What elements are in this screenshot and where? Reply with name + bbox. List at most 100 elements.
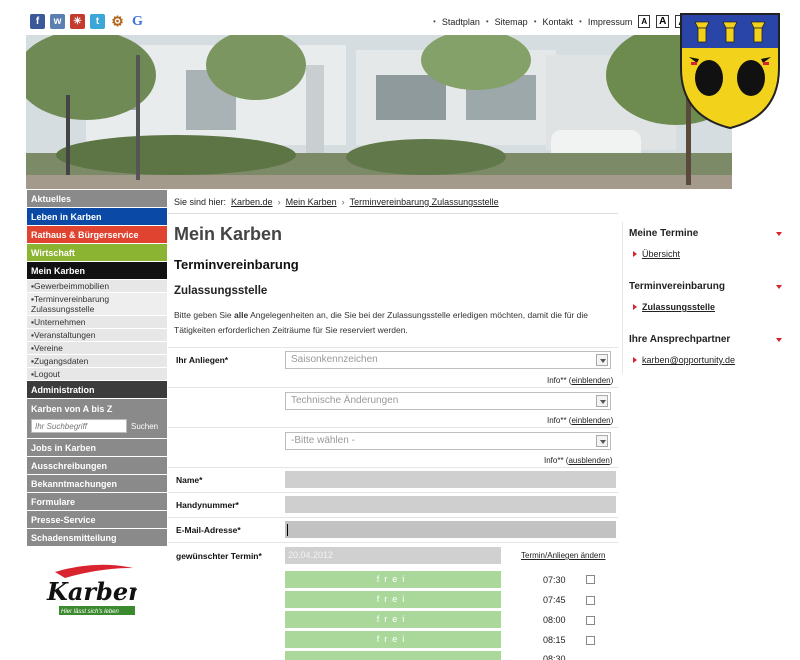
slot-checkbox[interactable] bbox=[586, 636, 595, 645]
gear-icon[interactable]: ⚙ bbox=[110, 13, 125, 29]
sidebar-subitem-zugangsdaten[interactable]: ▪Zugangsdaten bbox=[27, 355, 167, 368]
uebersicht-link[interactable]: Übersicht bbox=[642, 249, 680, 259]
sidebar-item-schaden[interactable]: Schadensmitteilung bbox=[27, 529, 167, 547]
time-slot[interactable] bbox=[285, 651, 501, 660]
az-search-input[interactable] bbox=[31, 419, 127, 433]
sidebar-item-leben[interactable]: Leben in Karben bbox=[27, 208, 167, 226]
impressum-link[interactable]: Impressum bbox=[588, 17, 633, 27]
delicious-icon[interactable]: ✳ bbox=[70, 14, 85, 29]
handynummer-field[interactable] bbox=[285, 496, 616, 513]
chevron-down-icon bbox=[596, 354, 608, 366]
info-toggle-2: Info** (einblenden) bbox=[547, 416, 614, 425]
text-caret bbox=[287, 524, 288, 536]
page-title: Mein Karben bbox=[174, 224, 283, 244]
bullet-icon: • bbox=[485, 17, 489, 26]
chevron-down-icon bbox=[596, 395, 608, 407]
karben-logo[interactable]: Karben Hier lässt sich's leben bbox=[45, 562, 146, 618]
mister-wong-icon[interactable]: w bbox=[50, 14, 65, 29]
font-size-small-button[interactable]: A bbox=[638, 15, 651, 28]
font-size-medium-button[interactable]: A bbox=[656, 15, 670, 28]
slot-time: 08:30 bbox=[543, 655, 566, 660]
termin-label: gewünschter Termin* bbox=[176, 551, 262, 561]
chevron-down-icon bbox=[596, 435, 608, 447]
terminvereinbarung-heading: Terminvereinbarung bbox=[629, 281, 725, 292]
sidebar-subitem-terminvereinbarung[interactable]: ▪Terminvereinbarung Zulassungsstelle bbox=[27, 293, 167, 316]
sidebar-item-jobs[interactable]: Jobs in Karben bbox=[27, 439, 167, 457]
az-search-button[interactable]: Suchen bbox=[131, 422, 158, 431]
kontakt-link[interactable]: Kontakt bbox=[543, 17, 574, 27]
name-field[interactable] bbox=[285, 471, 616, 488]
collapse-triangle-icon[interactable] bbox=[776, 338, 782, 342]
breadcrumb-item-mein-karben[interactable]: Mein Karben bbox=[286, 197, 337, 207]
meine-termine-heading: Meine Termine bbox=[629, 228, 699, 239]
arrow-right-icon bbox=[633, 357, 637, 363]
slot-checkbox[interactable] bbox=[586, 575, 595, 584]
email-label: E-Mail-Adresse* bbox=[176, 525, 241, 535]
breadcrumb-item-current[interactable]: Terminvereinbarung Zulassungsstelle bbox=[350, 197, 499, 207]
sidebar-subitem-label: Logout bbox=[34, 369, 61, 379]
handynummer-label: Handynummer* bbox=[176, 500, 239, 510]
name-label: Name* bbox=[176, 475, 203, 485]
sidebar-subitem-gewerbeimmobilien[interactable]: ▪Gewerbeimmobilien bbox=[27, 280, 167, 293]
time-slot[interactable]: frei bbox=[285, 591, 501, 608]
sitemap-link[interactable]: Sitemap bbox=[495, 17, 528, 27]
date-field[interactable]: 20.04.2012 bbox=[285, 547, 501, 564]
stadtplan-link[interactable]: Stadtplan bbox=[442, 17, 480, 27]
sidebar-subitem-unternehmen[interactable]: ▪Unternehmen bbox=[27, 316, 167, 329]
slot-time: 08:15 bbox=[543, 635, 566, 645]
sidebar-nav: Aktuelles Leben in Karben Rathaus & Bürg… bbox=[27, 190, 167, 547]
sidebar-subitem-label: Unternehmen bbox=[34, 317, 86, 327]
sidebar-item-rathaus[interactable]: Rathaus & Bürgerservice bbox=[27, 226, 167, 244]
breadcrumb: Sie sind hier: Karben.de › Mein Karben ›… bbox=[174, 197, 499, 207]
time-slot[interactable]: frei bbox=[285, 611, 501, 628]
section-title: Zulassungsstelle bbox=[174, 285, 268, 297]
divider bbox=[168, 387, 618, 388]
az-search-title: Karben von A bis Z bbox=[31, 404, 113, 414]
breadcrumb-separator-icon: › bbox=[277, 197, 281, 207]
sidebar-item-administration[interactable]: Administration bbox=[27, 381, 167, 399]
intro-text-part: Bitte geben Sie bbox=[174, 310, 235, 320]
slot-checkbox[interactable] bbox=[586, 596, 595, 605]
facebook-icon[interactable]: f bbox=[30, 14, 45, 29]
right-sidebar: Meine Termine Übersicht Terminvereinbaru… bbox=[622, 222, 782, 374]
info-toggle-link-3[interactable]: ausblenden bbox=[568, 456, 609, 465]
anliegen-select-3[interactable]: -Bitte wählen - bbox=[285, 432, 611, 450]
select-value: Saisonkennzeichen bbox=[291, 354, 378, 365]
sidebar-item-mein-karben[interactable]: Mein Karben bbox=[27, 262, 167, 280]
time-slot[interactable]: frei bbox=[285, 631, 501, 648]
collapse-triangle-icon[interactable] bbox=[776, 232, 782, 236]
sidebar-item-bekanntmachungen[interactable]: Bekanntmachungen bbox=[27, 475, 167, 493]
info-prefix: Info** bbox=[544, 456, 564, 465]
divider bbox=[168, 467, 618, 468]
contact-email-link[interactable]: karben@opportunity.de bbox=[642, 355, 735, 365]
sidebar-item-wirtschaft[interactable]: Wirtschaft bbox=[27, 244, 167, 262]
coat-of-arms-logo bbox=[677, 8, 783, 130]
slot-checkbox[interactable] bbox=[586, 616, 595, 625]
info-toggle-link-1[interactable]: einblenden bbox=[571, 376, 610, 385]
zulassungsstelle-link[interactable]: Zulassungsstelle bbox=[642, 302, 715, 312]
collapse-triangle-icon[interactable] bbox=[776, 285, 782, 289]
google-icon[interactable]: G bbox=[130, 14, 145, 29]
sidebar-subitem-vereine[interactable]: ▪Vereine bbox=[27, 342, 167, 355]
top-links: • Stadtplan • Sitemap • Kontakt • Impres… bbox=[433, 15, 691, 28]
anliegen-select-2[interactable]: Technische Änderungen bbox=[285, 392, 611, 410]
sidebar-item-presse[interactable]: Presse-Service bbox=[27, 511, 167, 529]
change-appointment-link[interactable]: Termin/Anliegen ändern bbox=[521, 551, 606, 560]
divider bbox=[168, 347, 618, 348]
divider bbox=[168, 427, 618, 428]
info-toggle-link-2[interactable]: einblenden bbox=[571, 416, 610, 425]
email-field[interactable] bbox=[285, 521, 616, 538]
time-slot[interactable]: frei bbox=[285, 571, 501, 588]
anliegen-select-1[interactable]: Saisonkennzeichen bbox=[285, 351, 611, 369]
intro-text: Bitte geben Sie alle Angelegenheiten an,… bbox=[174, 308, 614, 338]
sidebar-subitem-veranstaltungen[interactable]: ▪Veranstaltungen bbox=[27, 329, 167, 342]
slot-time: 07:30 bbox=[543, 575, 566, 585]
twitter-icon[interactable]: t bbox=[90, 14, 105, 29]
sidebar-item-aktuelles[interactable]: Aktuelles bbox=[27, 190, 167, 208]
sidebar-subitem-label: Terminvereinbarung Zulassungsstelle bbox=[31, 294, 110, 314]
sidebar-item-formulare[interactable]: Formulare bbox=[27, 493, 167, 511]
sidebar-subitem-logout[interactable]: ▪Logout bbox=[27, 368, 167, 381]
slot-time: 08:00 bbox=[543, 615, 566, 625]
sidebar-item-ausschreibungen[interactable]: Ausschreibungen bbox=[27, 457, 167, 475]
breadcrumb-item-home[interactable]: Karben.de bbox=[231, 197, 273, 207]
